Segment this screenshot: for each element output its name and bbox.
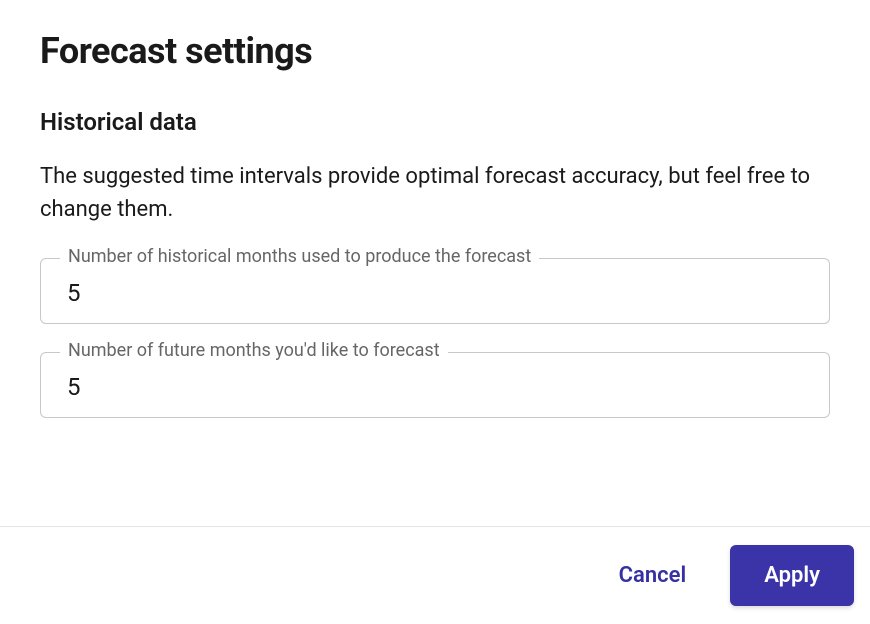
future-months-label: Number of future months you'd like to fo… [60,340,448,361]
future-months-input[interactable] [40,352,830,418]
dialog-footer: Cancel Apply [0,526,870,624]
future-months-field: Number of future months you'd like to fo… [40,352,830,418]
historical-months-label: Number of historical months used to prod… [60,246,539,267]
page-title: Forecast settings [40,30,830,72]
section-heading: Historical data [40,108,830,136]
apply-button[interactable]: Apply [730,545,854,606]
dialog-content: Forecast settings Historical data The su… [0,0,870,526]
cancel-button[interactable]: Cancel [603,551,703,600]
historical-months-field: Number of historical months used to prod… [40,258,830,324]
section-description: The suggested time intervals provide opt… [40,160,830,226]
historical-months-input[interactable] [40,258,830,324]
